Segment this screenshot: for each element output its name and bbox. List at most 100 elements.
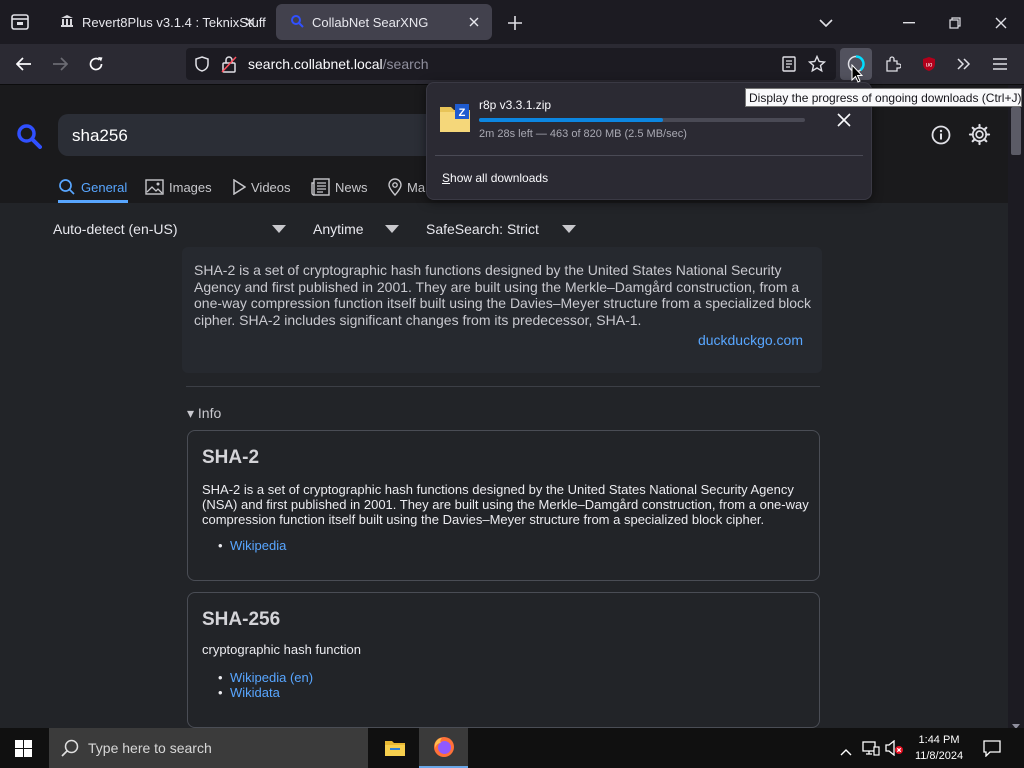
close-icon[interactable] bbox=[466, 14, 482, 30]
insecure-lock-icon[interactable] bbox=[221, 55, 237, 78]
download-progress-fill bbox=[479, 118, 664, 122]
chevron-down-icon[interactable] bbox=[562, 225, 576, 233]
new-tab-plus-icon[interactable] bbox=[504, 12, 526, 34]
tab-news[interactable]: News bbox=[311, 175, 368, 199]
search-input[interactable]: sha256 bbox=[58, 114, 438, 156]
language-select[interactable]: Auto-detect (en-US) bbox=[53, 221, 178, 237]
show-all-label: how all downloads bbox=[450, 171, 549, 185]
restore-icon[interactable] bbox=[944, 12, 966, 34]
search-icon bbox=[59, 179, 75, 195]
tracking-protection-shield-icon[interactable] bbox=[194, 56, 210, 77]
url-bar[interactable]: search.collabnet.local/search bbox=[186, 48, 836, 80]
url-host: search.collabnet.local bbox=[248, 56, 383, 72]
firefox-view-icon[interactable] bbox=[8, 11, 32, 33]
navigation-toolbar: search.collabnet.local/search uo bbox=[0, 44, 1024, 85]
windows-start-icon[interactable] bbox=[15, 740, 32, 762]
tab-label: General bbox=[81, 179, 128, 195]
more-tools-chevrons-icon[interactable] bbox=[953, 53, 975, 75]
answer-source-link[interactable]: duckduckgo.com bbox=[698, 332, 803, 348]
download-file-name[interactable]: r8p v3.3.1.zip bbox=[479, 98, 551, 112]
taskbar-firefox[interactable] bbox=[419, 728, 468, 768]
tab-title: Revert8Plus v3.1.4 : TeknixStuff bbox=[82, 14, 266, 30]
taskbar-clock[interactable]: 1:44 PM 11/8/2024 bbox=[908, 732, 970, 764]
cancel-download-close-icon[interactable] bbox=[837, 113, 851, 132]
chevron-down-icon[interactable] bbox=[272, 225, 286, 233]
infobox-description: cryptographic hash function bbox=[202, 642, 361, 657]
network-icon[interactable] bbox=[862, 740, 880, 761]
reader-view-icon[interactable] bbox=[782, 56, 796, 77]
infobox-description: SHA-2 is a set of cryptographic hash fun… bbox=[202, 482, 809, 527]
mouse-cursor-icon bbox=[851, 63, 864, 88]
show-hidden-icons-chevron-up-icon[interactable] bbox=[840, 743, 852, 761]
play-icon bbox=[233, 179, 246, 195]
infobox-title: SHA-2 bbox=[202, 447, 260, 468]
bookmark-star-icon[interactable] bbox=[807, 54, 827, 78]
settings-gear-icon[interactable] bbox=[968, 123, 991, 151]
search-icon bbox=[61, 739, 79, 762]
wikipedia-en-link[interactable]: Wikipedia (en) bbox=[218, 670, 313, 685]
tab-maps[interactable]: Ma bbox=[388, 175, 425, 199]
bank-icon bbox=[60, 14, 74, 31]
safesearch-select[interactable]: SafeSearch: Strict bbox=[426, 221, 539, 237]
taskbar-file-explorer[interactable] bbox=[370, 728, 419, 768]
zip-folder-icon: Z bbox=[439, 103, 471, 138]
tab-general[interactable]: General bbox=[58, 175, 127, 199]
searxng-logo-search-icon[interactable] bbox=[16, 123, 42, 154]
window-close-icon[interactable] bbox=[990, 12, 1012, 34]
image-icon bbox=[145, 179, 164, 195]
tab-videos[interactable]: Videos bbox=[232, 175, 291, 199]
answer-text: SHA-2 is a set of cryptographic hash fun… bbox=[194, 262, 812, 328]
svg-text:Z: Z bbox=[459, 107, 466, 119]
volume-muted-icon[interactable] bbox=[885, 739, 905, 761]
close-icon[interactable] bbox=[242, 14, 258, 30]
info-icon[interactable] bbox=[931, 125, 951, 150]
active-tab-underline bbox=[58, 200, 128, 203]
minimize-icon[interactable] bbox=[898, 12, 920, 34]
list-all-tabs-chevron-down-icon[interactable] bbox=[815, 12, 837, 34]
divider bbox=[435, 155, 863, 156]
wikipedia-link[interactable]: Wikipedia bbox=[218, 538, 286, 553]
hamburger-menu-icon[interactable] bbox=[989, 53, 1011, 75]
tab-images[interactable]: Images bbox=[145, 175, 212, 199]
tab-title: CollabNet SearXNG bbox=[312, 14, 429, 30]
page-scrollbar[interactable] bbox=[1008, 85, 1024, 728]
clock-date: 11/8/2024 bbox=[914, 750, 964, 762]
svg-text:uo: uo bbox=[926, 63, 933, 69]
chevron-down-icon[interactable] bbox=[385, 225, 399, 233]
tab-label: News bbox=[335, 179, 368, 195]
extensions-puzzle-icon[interactable] bbox=[882, 53, 904, 75]
windows-taskbar: Type here to search 1:44 PM 11/8/2024 bbox=[0, 728, 1024, 768]
back-arrow-icon[interactable] bbox=[13, 53, 35, 75]
infobox-sha-256: SHA-256 cryptographic hash function Wiki… bbox=[187, 592, 820, 728]
scroll-thumb[interactable] bbox=[1011, 107, 1021, 155]
reload-icon[interactable] bbox=[85, 53, 107, 75]
tab-label: Ma bbox=[407, 179, 426, 195]
taskbar-search-box[interactable]: Type here to search bbox=[49, 728, 368, 768]
infobox-sha-2: SHA-2 SHA-2 is a set of cryptographic ha… bbox=[187, 430, 820, 581]
clock-time: 1:44 PM bbox=[918, 734, 960, 746]
tab-collabnet-searxng[interactable]: CollabNet SearXNG bbox=[276, 4, 492, 40]
download-progress-bar bbox=[479, 118, 805, 122]
tab-label: Videos bbox=[251, 179, 291, 195]
searxng-icon bbox=[290, 14, 304, 31]
info-toggle[interactable]: ▾ Info bbox=[187, 405, 221, 422]
show-all-downloads-button[interactable]: Show all downloads bbox=[442, 171, 548, 185]
file-explorer-folder-icon bbox=[384, 741, 405, 756]
time-range-select[interactable]: Anytime bbox=[313, 221, 364, 237]
notifications-icon[interactable] bbox=[983, 740, 1001, 762]
infobox-links: Wikipedia bbox=[218, 538, 286, 553]
url-path: /search bbox=[382, 56, 429, 72]
url-text: search.collabnet.local/search bbox=[248, 56, 429, 72]
tab-label: Images bbox=[169, 179, 212, 195]
answer-box: SHA-2 is a set of cryptographic hash fun… bbox=[182, 247, 822, 373]
infobox-title: SHA-256 bbox=[202, 609, 281, 630]
accesskey-letter: S bbox=[442, 171, 451, 185]
wikidata-link[interactable]: Wikidata bbox=[218, 685, 313, 700]
scroll-down-arrow-icon[interactable] bbox=[1012, 716, 1020, 728]
firefox-icon bbox=[433, 737, 454, 757]
tab-revert8plus[interactable]: Revert8Plus v3.1.4 : TeknixStuff bbox=[46, 4, 268, 40]
forward-arrow-icon[interactable] bbox=[49, 53, 71, 75]
ublock-origin-icon[interactable]: uo bbox=[918, 53, 940, 75]
map-pin-icon bbox=[388, 178, 402, 196]
downloads-tooltip: Display the progress of ongoing download… bbox=[745, 88, 1022, 107]
